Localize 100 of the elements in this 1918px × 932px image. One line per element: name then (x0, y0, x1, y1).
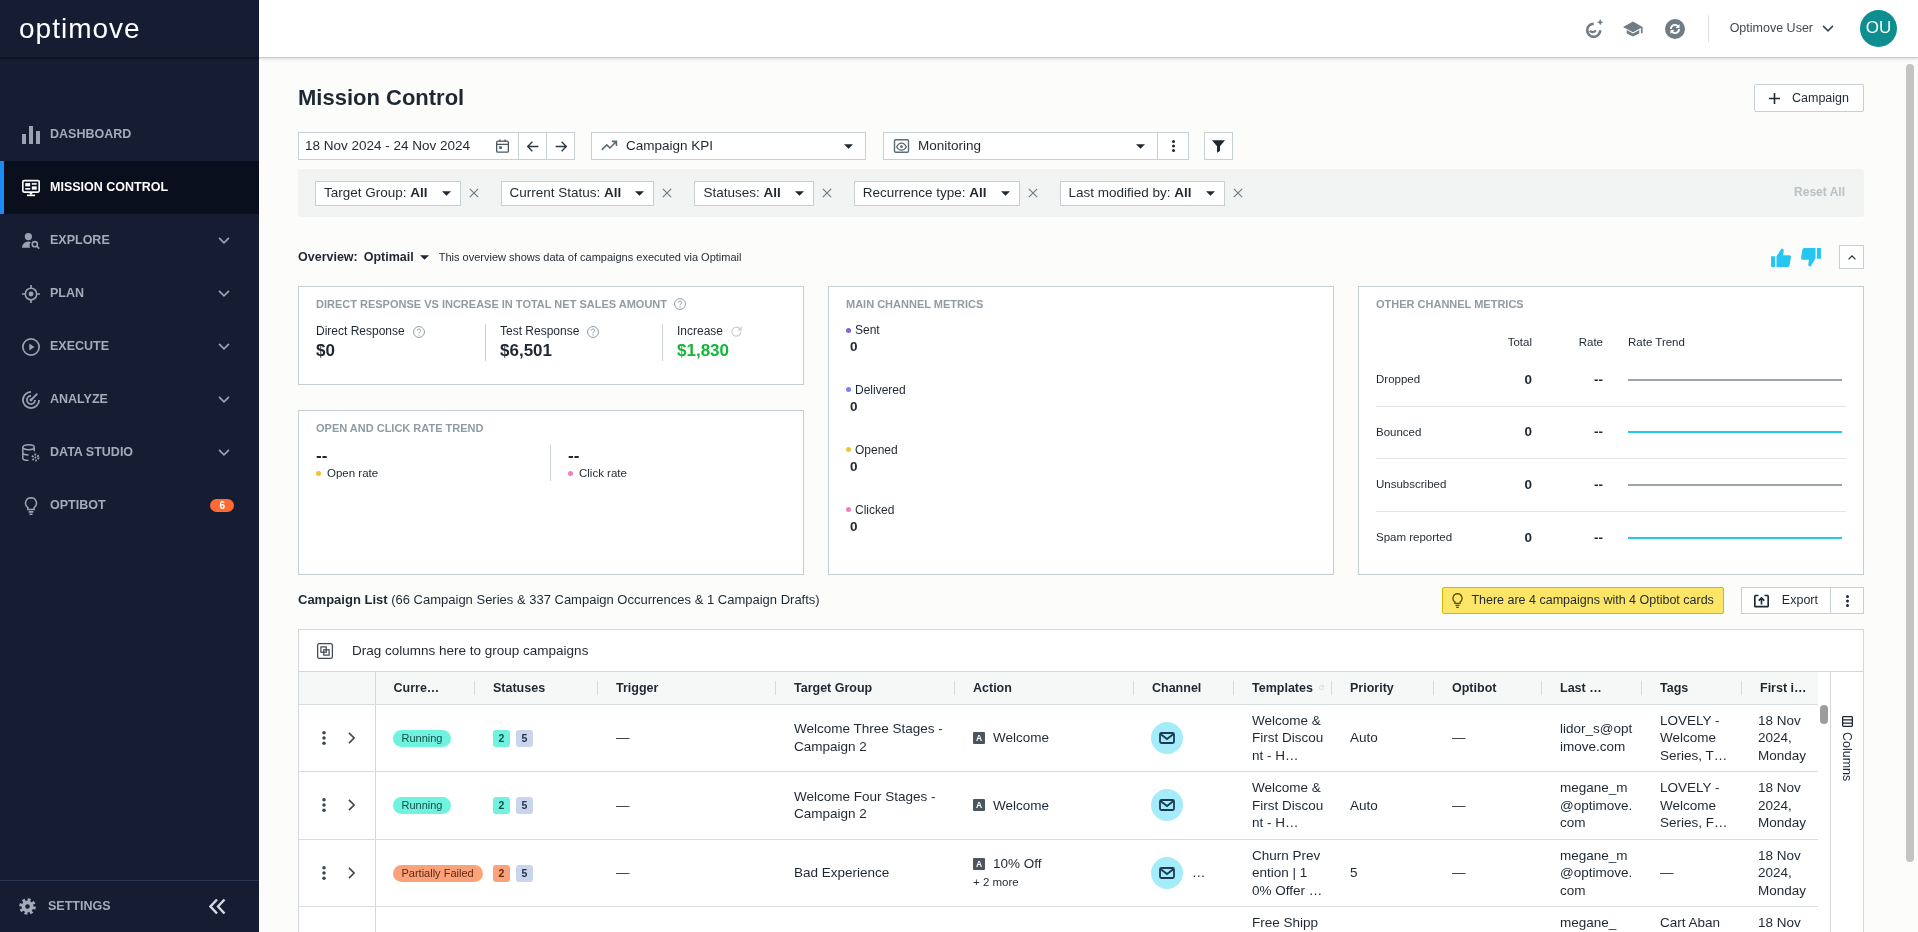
column-header[interactable]: Statuses (475, 672, 598, 704)
column-header[interactable]: Last … (1542, 672, 1642, 704)
sidebar-item[interactable]: DASHBOARD (0, 108, 259, 161)
filter-dropdown[interactable]: Statuses: All (694, 180, 814, 206)
arrow-left-icon (526, 140, 539, 152)
trigger-value: — (616, 796, 630, 814)
column-header[interactable]: Optibot (1434, 672, 1542, 704)
double-chevron-left-icon[interactable] (209, 898, 226, 915)
view-dropdown[interactable]: Monitoring (883, 132, 1158, 160)
more-text: … (1192, 864, 1206, 882)
close-icon[interactable] (1232, 188, 1243, 198)
chevron-right-icon[interactable] (348, 731, 355, 744)
count-badge: 6 (210, 499, 234, 512)
column-header[interactable]: Tags (1642, 672, 1742, 704)
user-email: megane_ (1560, 914, 1617, 932)
previous-period-button[interactable] (519, 132, 547, 160)
column-header: Rate Trend (1628, 335, 1685, 350)
caret-icon (1000, 190, 1010, 196)
sidebar-item[interactable]: DATA STUDIO (0, 426, 259, 479)
sidebar-item[interactable]: EXECUTE (0, 320, 259, 373)
date-text: 18 Nov 2024, Monday (1758, 846, 1808, 899)
optibot-alert-button[interactable]: There are 4 campaigns with 4 Optibot cards (1442, 587, 1724, 614)
email-icon (1151, 721, 1183, 754)
more-options-button[interactable] (1831, 587, 1864, 614)
settings-link[interactable]: SETTINGS (19, 898, 209, 915)
close-icon[interactable] (662, 188, 673, 198)
eye-icon (893, 139, 910, 153)
column-header[interactable]: First i… (1742, 672, 1818, 704)
metric-value: 0 (850, 339, 858, 354)
metric-label: Clicked (855, 501, 895, 518)
sidebar-item[interactable]: PLAN (0, 267, 259, 320)
card-title: MAIN CHANNEL METRICS (846, 297, 984, 311)
help-icon[interactable] (674, 298, 687, 310)
metric-label: Click rate (578, 466, 627, 481)
swirl-sparkle-icon[interactable] (1584, 18, 1605, 39)
scrollbar-thumb[interactable] (1906, 64, 1914, 862)
sidebar-item[interactable]: EXPLORE (0, 214, 259, 267)
column-header[interactable]: Priority (1332, 672, 1434, 704)
filter-dropdown[interactable]: Current Status: All (500, 180, 655, 206)
metric-value: 0 (850, 518, 858, 534)
kebab-icon[interactable] (322, 865, 326, 880)
sync-icon[interactable] (1664, 18, 1685, 39)
close-icon[interactable] (468, 188, 479, 198)
kebab-icon[interactable] (322, 798, 326, 813)
close-icon[interactable] (1027, 188, 1038, 198)
overlapping-squares-icon[interactable] (317, 642, 333, 659)
metric-value: -- (1594, 475, 1603, 494)
sidebar-item[interactable]: OPTIBOT 6 (0, 479, 259, 532)
metric-label: Spam reported (1376, 530, 1453, 546)
export-button[interactable]: Export (1740, 587, 1831, 614)
metric-value: $6,501 (500, 340, 553, 361)
metric-label: Test Response (500, 324, 580, 339)
column-header[interactable]: Action (955, 672, 1134, 704)
column-header[interactable]: Channel (1134, 672, 1234, 704)
kebab-icon[interactable] (322, 730, 326, 745)
filter-dropdown[interactable]: Last modified by: All (1059, 180, 1225, 206)
chevron-right-icon[interactable] (348, 866, 355, 879)
user-avatar[interactable]: OU (1860, 10, 1897, 47)
columns-panel-button[interactable]: Columns (1838, 716, 1856, 782)
thumbs-down-icon[interactable] (1801, 247, 1821, 267)
metric-value: -- (1594, 370, 1603, 389)
source-dropdown[interactable]: Optimail (363, 248, 429, 266)
user-menu-button[interactable]: Optimove User (1729, 20, 1834, 37)
caret-icon (441, 190, 451, 196)
filter-button[interactable] (1204, 132, 1233, 160)
column-header[interactable]: Curre… (375, 672, 475, 704)
sidebar-item[interactable]: MISSION CONTROL (0, 161, 259, 214)
columns-icon (1841, 716, 1853, 727)
column-header[interactable]: Target Group (776, 672, 955, 704)
optibot-value: — (1452, 796, 1466, 814)
logo-wordmark[interactable]: optimove (19, 14, 141, 43)
column-header[interactable]: Trigger (598, 672, 776, 704)
metric-label: Bounced (1376, 424, 1422, 440)
collapse-button[interactable] (1839, 245, 1864, 269)
chevron-right-icon[interactable] (348, 799, 355, 812)
filter-dropdown[interactable]: Target Group: All (315, 180, 461, 206)
filter-dropdown[interactable]: Recurrence type: All (853, 180, 1020, 206)
next-period-button[interactable] (547, 132, 575, 160)
action-name: Welcome (993, 796, 1050, 814)
help-icon[interactable] (412, 325, 425, 338)
close-icon[interactable] (821, 188, 832, 198)
more-options-button[interactable] (1158, 132, 1189, 160)
add-campaign-button[interactable]: Campaign (1754, 84, 1864, 112)
trigger-value: — (616, 864, 630, 882)
date-range-field[interactable]: 18 Nov 2024 - 24 Nov 2024 (298, 132, 519, 160)
more-actions-link[interactable]: + 2 more (973, 875, 1019, 888)
thumbs-up-icon[interactable] (1771, 247, 1791, 267)
email-icon (1151, 856, 1183, 889)
scrollbar-thumb[interactable] (1820, 705, 1828, 724)
action-name: 10% Off (993, 855, 1042, 873)
metric-value: 0 (1524, 475, 1532, 494)
column-header: Rate (1578, 335, 1603, 350)
column-header[interactable]: Templates (1234, 672, 1332, 704)
target-group-name: Welcome Three Stages - Campaign 2 (794, 720, 944, 756)
sidebar-item[interactable]: ANALYZE (0, 373, 259, 426)
help-icon[interactable] (587, 325, 600, 338)
kpi-dropdown[interactable]: Campaign KPI (591, 132, 866, 160)
metric-label: Delivered (855, 381, 906, 398)
database-gear-icon (22, 443, 40, 462)
metric-value: 0 (850, 398, 858, 414)
